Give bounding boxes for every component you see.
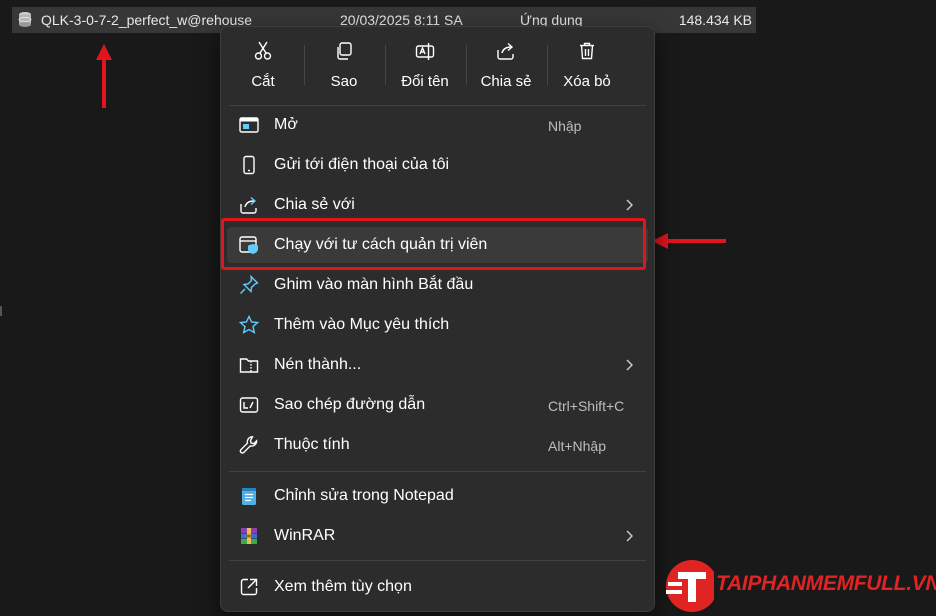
menu-divider	[229, 105, 646, 106]
menu-item-pin-to-start[interactable]: Ghim vào màn hình Bắt đầu	[227, 267, 648, 303]
menu-item-add-to-favorites[interactable]: Thêm vào Mục yêu thích	[227, 307, 648, 343]
rename-button[interactable]: Đổi tên	[386, 33, 464, 97]
menu-item-label: Xem thêm tùy chọn	[274, 578, 412, 595]
context-menu: Cắt Sao Đổi tên Chia sẻ Xóa bỏ Mở Nhập G…	[220, 26, 655, 612]
menu-item-edit-in-notepad[interactable]: Chỉnh sửa trong Notepad	[227, 478, 648, 514]
menu-item-shortcut: Ctrl+Shift+C	[548, 398, 625, 414]
trash-icon	[580, 42, 594, 60]
menu-divider	[229, 471, 646, 472]
menu-item-label: Chia sẻ với	[274, 196, 355, 213]
file-name: QLK-3-0-7-2_perfect_w@rehouse	[41, 12, 253, 28]
menu-item-label: Sao chép đường dẫn	[274, 396, 426, 413]
watermark-logo-icon	[666, 560, 714, 612]
star-icon	[239, 315, 259, 334]
edge-marker	[0, 306, 2, 316]
menu-item-label: Gửi tới điện thoại của tôi	[274, 156, 450, 173]
cut-button[interactable]: Cắt	[224, 33, 302, 97]
share-button[interactable]: Chia sẻ	[467, 33, 545, 97]
quick-action-bar: Cắt Sao Đổi tên Chia sẻ Xóa bỏ	[221, 27, 654, 101]
open-window-icon	[239, 117, 259, 133]
share-with-icon	[240, 196, 257, 214]
menu-item-compress-to[interactable]: Nén thành...	[227, 347, 648, 383]
annotation-highlight-box	[221, 218, 646, 270]
more-options-icon	[240, 578, 258, 596]
menu-item-properties[interactable]: Thuộc tính Alt+Nhập	[227, 427, 648, 463]
wrench-icon	[239, 436, 258, 454]
menu-item-label: Nén thành...	[274, 356, 362, 373]
menu-item-label: Thuộc tính	[274, 436, 350, 453]
chevron-right-icon	[626, 199, 633, 211]
application-file-icon	[18, 12, 32, 27]
delete-button[interactable]: Xóa bỏ	[548, 33, 626, 97]
rename-icon	[415, 43, 435, 60]
watermark-logo: TAIPHANMEMFULL.VN	[664, 556, 936, 616]
menu-item-label: Thêm vào Mục yêu thích	[274, 316, 450, 333]
pin-icon	[240, 275, 259, 294]
share-label: Chia sẻ	[480, 73, 532, 90]
copy-button[interactable]: Sao	[305, 33, 383, 97]
rename-label: Đổi tên	[401, 73, 449, 90]
menu-item-shortcut: Alt+Nhập	[548, 438, 606, 454]
annotation-arrow-up-icon	[96, 44, 112, 108]
chevron-right-icon	[626, 359, 633, 371]
menu-item-copy-as-path[interactable]: Sao chép đường dẫn Ctrl+Shift+C	[227, 387, 648, 423]
menu-item-label: WinRAR	[274, 527, 336, 544]
zip-folder-icon	[239, 358, 259, 373]
menu-item-open[interactable]: Mở Nhập	[227, 107, 648, 143]
menu-item-label: Ghim vào màn hình Bắt đầu	[274, 276, 474, 293]
menu-item-show-more-options[interactable]: Xem thêm tùy chọn	[227, 569, 648, 605]
notepad-icon	[242, 488, 256, 505]
winrar-icon	[241, 528, 257, 544]
annotation-arrow-left-icon	[652, 233, 726, 249]
copy-label: Sao	[330, 73, 358, 90]
scissors-icon	[254, 41, 272, 60]
menu-item-shortcut: Nhập	[548, 118, 582, 134]
copy-icon	[337, 42, 352, 60]
menu-item-label: Chỉnh sửa trong Notepad	[274, 487, 454, 504]
menu-item-send-to-phone[interactable]: Gửi tới điện thoại của tôi	[227, 147, 648, 183]
file-size: 148.434 KB	[678, 12, 752, 28]
watermark-text: TAIPHANMEMFULL.VN	[716, 572, 936, 595]
phone-icon	[243, 155, 255, 175]
copy-path-icon	[239, 397, 259, 413]
menu-item-label: Mở	[274, 116, 298, 133]
share-icon	[497, 42, 514, 60]
cut-label: Cắt	[251, 73, 275, 90]
menu-item-winrar[interactable]: WinRAR	[227, 518, 648, 554]
menu-divider	[229, 560, 646, 561]
delete-label: Xóa bỏ	[563, 73, 611, 90]
chevron-right-icon	[626, 530, 633, 542]
